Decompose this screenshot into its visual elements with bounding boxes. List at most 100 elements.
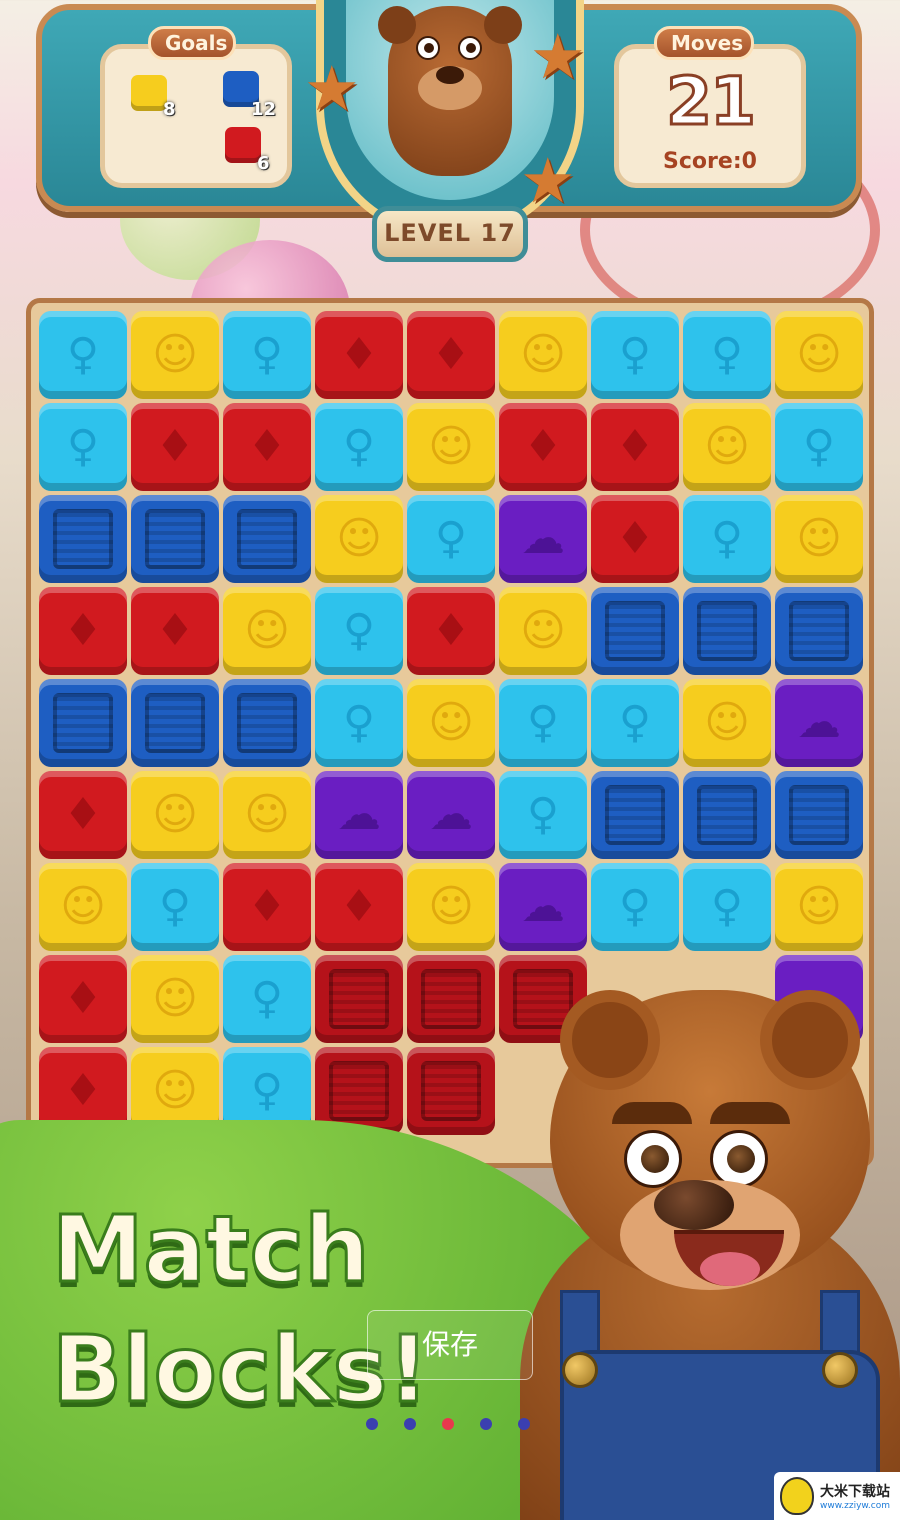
moves-panel: 21 Score:0 [614,44,806,188]
cyan-block[interactable]: ♀ [223,955,311,1043]
crate-red-crate-block[interactable] [407,1047,495,1135]
yellow-block[interactable]: ☺ [407,863,495,951]
cyan-block[interactable]: ♀ [407,495,495,583]
crate-blue-crate-block[interactable] [223,495,311,583]
yellow-block-icon: ☺ [796,881,842,932]
yellow-block[interactable]: ☺ [407,403,495,491]
yellow-block[interactable]: ☺ [131,955,219,1043]
crate-blue-crate-block[interactable] [775,771,863,859]
red-block[interactable]: ♦ [591,495,679,583]
red-block[interactable]: ♦ [223,863,311,951]
purple-block[interactable]: ☁ [499,495,587,583]
crate-red-crate-block[interactable] [315,955,403,1043]
yellow-block-icon: ☺ [428,421,474,472]
cyan-block[interactable]: ♀ [591,863,679,951]
crate-blue-crate-block[interactable] [683,587,771,675]
purple-block[interactable]: ☁ [775,679,863,767]
yellow-block[interactable]: ☺ [499,311,587,399]
save-button[interactable]: 保存 [367,1310,533,1380]
red-block-icon: ♦ [431,605,471,656]
red-block[interactable]: ♦ [223,403,311,491]
cyan-block-icon: ♀ [618,881,652,932]
star-icon: ★ [530,20,586,93]
red-block[interactable]: ♦ [39,587,127,675]
crate-icon [421,1061,481,1121]
red-block[interactable]: ♦ [39,771,127,859]
yellow-block[interactable]: ☺ [775,863,863,951]
cyan-block-icon: ♀ [618,329,652,380]
yellow-block[interactable]: ☺ [683,679,771,767]
carousel-dot[interactable] [404,1418,416,1430]
red-block[interactable]: ♦ [131,403,219,491]
red-block[interactable]: ♦ [407,311,495,399]
crate-red-crate-block[interactable] [407,955,495,1043]
cyan-block[interactable]: ♀ [683,495,771,583]
carousel-dot[interactable] [366,1418,378,1430]
goal-red-block-icon [225,127,261,163]
yellow-block[interactable]: ☺ [407,679,495,767]
tagline-line-1: Match [51,1195,372,1305]
cyan-block-icon: ♀ [526,697,560,748]
red-block-icon: ♦ [615,513,655,564]
crate-icon [53,509,113,569]
yellow-block[interactable]: ☺ [499,587,587,675]
yellow-block[interactable]: ☺ [683,403,771,491]
cyan-block-icon: ♀ [66,329,100,380]
purple-block[interactable]: ☁ [499,863,587,951]
red-block[interactable]: ♦ [39,955,127,1043]
cyan-block[interactable]: ♀ [315,587,403,675]
cyan-block[interactable]: ♀ [39,403,127,491]
red-block[interactable]: ♦ [315,311,403,399]
crate-blue-crate-block[interactable] [591,771,679,859]
red-block[interactable]: ♦ [407,587,495,675]
crate-icon [605,601,665,661]
red-block[interactable]: ♦ [591,403,679,491]
cyan-block[interactable]: ♀ [315,403,403,491]
yellow-block[interactable]: ☺ [775,311,863,399]
cyan-block[interactable]: ♀ [683,311,771,399]
crate-blue-crate-block[interactable] [131,495,219,583]
cyan-block[interactable]: ♀ [39,311,127,399]
crate-blue-crate-block[interactable] [39,495,127,583]
purple-block-icon: ☁ [429,789,473,840]
crate-blue-crate-block[interactable] [683,771,771,859]
crate-blue-crate-block[interactable] [775,587,863,675]
yellow-block[interactable]: ☺ [131,311,219,399]
carousel-dot[interactable] [518,1418,530,1430]
red-block[interactable]: ♦ [315,863,403,951]
yellow-block[interactable]: ☺ [131,771,219,859]
red-block-icon: ♦ [523,421,563,472]
cyan-block[interactable]: ♀ [499,771,587,859]
cyan-block[interactable]: ♀ [775,403,863,491]
cyan-block-icon: ♀ [250,329,284,380]
red-block-icon: ♦ [339,329,379,380]
cyan-block[interactable]: ♀ [315,679,403,767]
bear-head [550,990,870,1290]
cyan-block[interactable]: ♀ [591,311,679,399]
yellow-block[interactable]: ☺ [223,771,311,859]
crate-blue-crate-block[interactable] [591,587,679,675]
yellow-block[interactable]: ☺ [315,495,403,583]
crate-blue-crate-block[interactable] [131,679,219,767]
cyan-block[interactable]: ♀ [499,679,587,767]
cyan-block[interactable]: ♀ [131,863,219,951]
purple-block[interactable]: ☁ [315,771,403,859]
cyan-block[interactable]: ♀ [223,311,311,399]
cyan-block[interactable]: ♀ [683,863,771,951]
yellow-block[interactable]: ☺ [775,495,863,583]
red-block[interactable]: ♦ [131,587,219,675]
yellow-block-icon: ☺ [520,605,566,656]
crate-blue-crate-block[interactable] [39,679,127,767]
score-text: Score:0 [663,149,757,174]
carousel-dot[interactable] [480,1418,492,1430]
crate-blue-crate-block[interactable] [223,679,311,767]
purple-block-icon: ☁ [521,881,565,932]
cyan-block-icon: ♀ [710,881,744,932]
yellow-block[interactable]: ☺ [223,587,311,675]
cyan-block[interactable]: ♀ [591,679,679,767]
carousel-dot[interactable] [442,1418,454,1430]
yellow-block-icon: ☺ [152,789,198,840]
purple-block[interactable]: ☁ [407,771,495,859]
yellow-block[interactable]: ☺ [39,863,127,951]
red-block[interactable]: ♦ [499,403,587,491]
